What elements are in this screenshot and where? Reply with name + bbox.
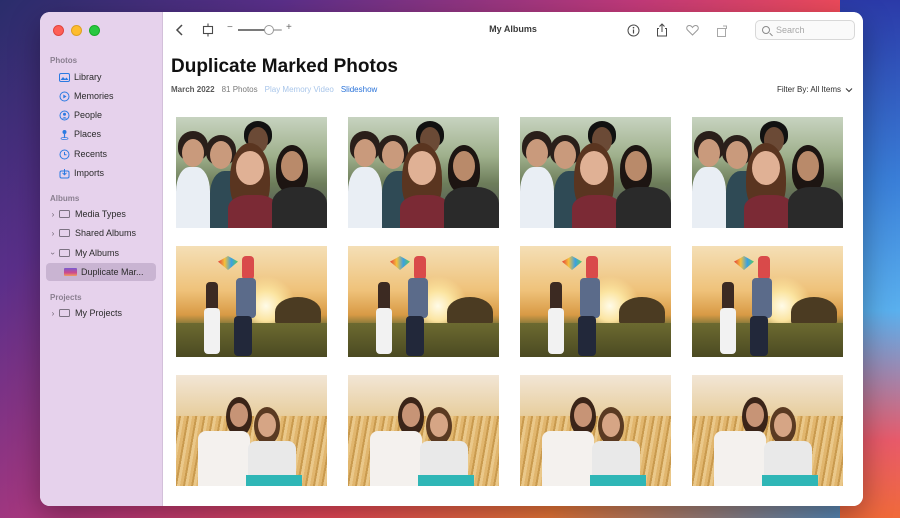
library-icon — [58, 71, 70, 83]
sidebar-item-label: People — [74, 110, 103, 120]
photo-thumbnail[interactable] — [520, 117, 671, 228]
sidebar-item-label: Places — [74, 129, 102, 139]
photo-count: 81 Photos — [221, 85, 258, 94]
play-memory-video-link[interactable]: Play Memory Video — [265, 85, 334, 94]
chevron-right-icon[interactable]: › — [48, 229, 58, 238]
chevron-down-icon — [845, 87, 853, 92]
sidebar-item-label: Library — [74, 72, 102, 82]
photo-thumbnail[interactable] — [348, 117, 499, 228]
photo-thumbnail[interactable] — [520, 246, 671, 357]
sidebar-item-media-types[interactable]: › Media Types — [46, 205, 156, 223]
search-placeholder: Search — [776, 25, 805, 35]
sidebar-item-my-albums[interactable]: › My Albums — [46, 244, 156, 262]
places-icon — [58, 128, 70, 140]
sidebar-item-recents[interactable]: Recents — [46, 145, 156, 163]
chevron-right-icon[interactable]: › — [48, 309, 58, 318]
folder-icon — [59, 229, 70, 237]
fullscreen-window-button[interactable] — [89, 25, 100, 36]
sidebar-item-label: My Albums — [75, 248, 120, 258]
sidebar-section-albums: Albums — [50, 194, 80, 203]
sidebar-item-memories[interactable]: Memories — [46, 87, 156, 105]
folder-icon — [59, 210, 70, 218]
photo-thumbnail[interactable] — [348, 246, 499, 357]
info-button[interactable] — [624, 21, 642, 39]
album-date: March 2022 — [171, 85, 215, 94]
sidebar-item-label: Duplicate Mar... — [81, 267, 144, 277]
sidebar-section-projects: Projects — [50, 293, 82, 302]
photo-thumbnail[interactable] — [176, 246, 327, 357]
photo-thumbnail[interactable] — [520, 375, 671, 486]
search-icon — [762, 26, 770, 34]
sidebar-item-library[interactable]: Library — [46, 68, 156, 86]
imports-icon — [58, 167, 70, 179]
photo-thumbnail[interactable] — [176, 117, 327, 228]
heart-icon — [685, 24, 699, 36]
filter-label: Filter By: All Items — [776, 85, 841, 94]
filter-dropdown[interactable]: Filter By: All Items — [777, 85, 853, 94]
page-title: Duplicate Marked Photos — [171, 56, 398, 77]
people-icon — [58, 109, 70, 121]
chevron-right-icon[interactable]: › — [48, 210, 58, 219]
photo-thumbnail[interactable] — [692, 117, 843, 228]
search-input[interactable]: Search — [755, 20, 855, 40]
album-meta: March 2022 81 Photos Play Memory Video S… — [171, 85, 377, 94]
photo-grid — [176, 117, 843, 486]
sidebar-item-label: Media Types — [75, 209, 126, 219]
rotate-icon — [716, 25, 727, 37]
photo-thumbnail[interactable] — [692, 246, 843, 357]
folder-icon — [59, 309, 70, 317]
close-window-button[interactable] — [53, 25, 64, 36]
share-icon — [657, 23, 667, 37]
sidebar-item-my-projects[interactable]: › My Projects — [46, 304, 156, 322]
slideshow-link[interactable]: Slideshow — [341, 85, 377, 94]
sidebar-item-imports[interactable]: Imports — [46, 164, 156, 182]
window-controls — [53, 25, 100, 36]
toolbar: − + My Albums Search — [163, 12, 863, 48]
sidebar-item-places[interactable]: Places — [46, 125, 156, 143]
sidebar-item-label: Memories — [74, 91, 114, 101]
favorite-button[interactable] — [683, 21, 701, 39]
share-button[interactable] — [653, 21, 671, 39]
info-icon — [627, 24, 639, 36]
sidebar-item-label: Recents — [74, 149, 108, 159]
album-thumbnail-icon — [64, 268, 77, 276]
recents-icon — [58, 148, 70, 160]
sidebar-section-photos: Photos — [50, 56, 78, 65]
main-content: − + My Albums Search Duplicate Marked Ph… — [163, 12, 863, 506]
sidebar-item-shared-albums[interactable]: › Shared Albums — [46, 224, 156, 242]
memories-icon — [58, 90, 70, 102]
photo-thumbnail[interactable] — [176, 375, 327, 486]
photo-thumbnail[interactable] — [692, 375, 843, 486]
photo-thumbnail[interactable] — [348, 375, 499, 486]
sidebar-item-label: My Projects — [75, 308, 123, 318]
rotate-button[interactable] — [713, 21, 731, 39]
photos-window: Photos Library Memories People Places Re… — [40, 12, 863, 506]
sidebar-item-duplicate-marked[interactable]: Duplicate Mar... — [46, 263, 156, 281]
sidebar-item-label: Imports — [74, 168, 105, 178]
sidebar-item-people[interactable]: People — [46, 106, 156, 124]
chevron-down-icon[interactable]: › — [49, 248, 58, 258]
folder-icon — [59, 249, 70, 257]
minimize-window-button[interactable] — [71, 25, 82, 36]
sidebar: Photos Library Memories People Places Re… — [40, 12, 163, 506]
sidebar-item-label: Shared Albums — [75, 228, 137, 238]
